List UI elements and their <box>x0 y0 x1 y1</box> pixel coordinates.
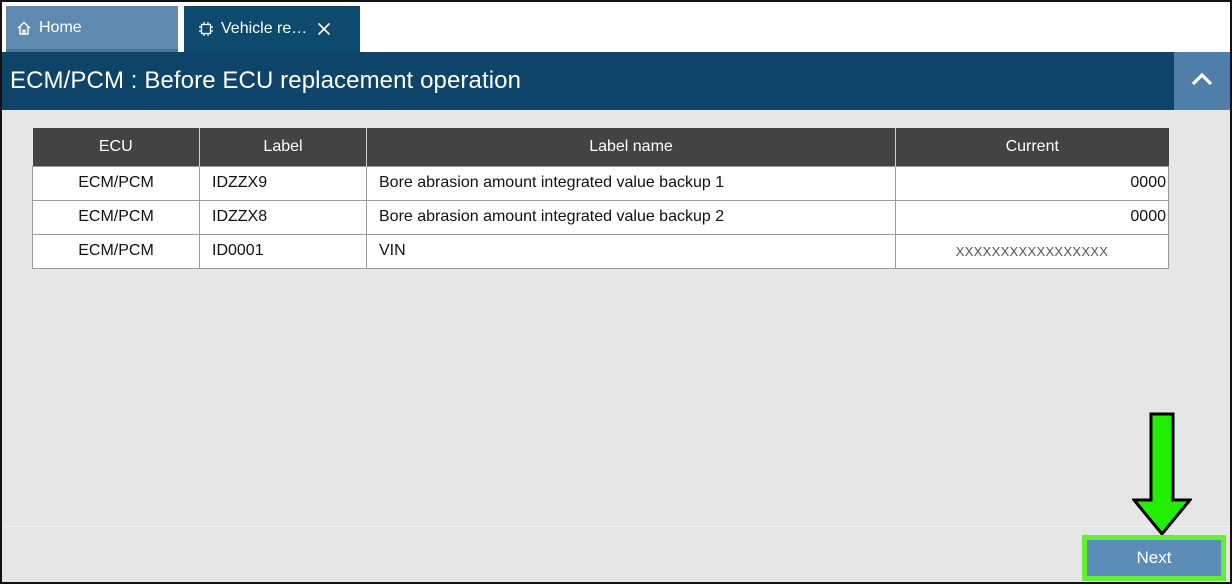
collapse-button[interactable] <box>1174 52 1230 110</box>
column-header-label-name: Label name <box>366 128 896 166</box>
down-arrow-icon <box>1130 412 1194 537</box>
data-table-container: ECU Label Label name Current ECM/PCM IDZ… <box>32 128 1169 269</box>
tab-vehicle-replacement[interactable]: Vehicle re… <box>184 6 360 52</box>
chevron-up-icon <box>1191 72 1213 91</box>
close-icon[interactable] <box>317 22 331 36</box>
tab-vehicle-label: Vehicle re… <box>221 20 308 37</box>
cell-current: 0000 <box>895 165 1169 201</box>
cell-label-name: VIN <box>366 233 896 269</box>
footer-divider <box>4 526 1230 527</box>
cell-ecu: ECM/PCM <box>32 165 200 201</box>
tab-home[interactable]: Home <box>6 6 178 52</box>
table-row: ECM/PCM IDZZX9 Bore abrasion amount inte… <box>32 165 1169 201</box>
data-table: ECU Label Label name Current ECM/PCM IDZ… <box>32 128 1169 269</box>
cell-label: IDZZX9 <box>199 165 367 201</box>
table-header-row: ECU Label Label name Current <box>32 128 1169 166</box>
page-title: ECM/PCM : Before ECU replacement operati… <box>10 67 522 94</box>
page-header: ECM/PCM : Before ECU replacement operati… <box>2 52 1230 110</box>
column-header-label: Label <box>199 128 367 166</box>
home-icon <box>16 20 32 36</box>
cell-ecu: ECM/PCM <box>32 233 200 269</box>
next-button[interactable]: Next <box>1082 535 1226 581</box>
column-header-ecu: ECU <box>32 128 200 166</box>
app-window: Home Vehicle re… ECM/PCM : Before ECU re… <box>0 0 1232 584</box>
cell-label: ID0001 <box>199 233 367 269</box>
cell-current: 0000 <box>895 199 1169 235</box>
cell-current: XXXXXXXXXXXXXXXXX <box>895 233 1169 269</box>
cell-label: IDZZX8 <box>199 199 367 235</box>
column-header-current: Current <box>895 128 1169 166</box>
cell-label-name: Bore abrasion amount integrated value ba… <box>366 199 896 235</box>
cell-ecu: ECM/PCM <box>32 199 200 235</box>
tab-strip: Home Vehicle re… <box>2 2 1230 52</box>
table-row: ECM/PCM ID0001 VIN XXXXXXXXXXXXXXXXX <box>32 233 1169 269</box>
chip-icon <box>198 21 214 37</box>
tab-home-label: Home <box>39 18 82 36</box>
table-row: ECM/PCM IDZZX8 Bore abrasion amount inte… <box>32 199 1169 235</box>
cell-label-name: Bore abrasion amount integrated value ba… <box>366 165 896 201</box>
